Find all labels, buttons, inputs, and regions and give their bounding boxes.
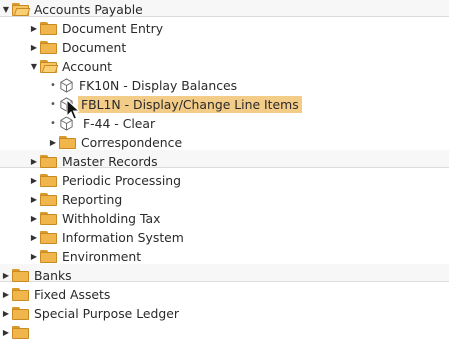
tree-node-label: Banks	[34, 268, 72, 283]
tree-node-label: Document Entry	[62, 21, 164, 36]
tree-node-label: Document	[62, 40, 127, 55]
tree-node-document[interactable]: ▶ Document	[28, 38, 127, 57]
tree-node-master-records[interactable]: ▶ Master Records	[28, 152, 159, 171]
tree-node-label: Accounts Payable	[34, 2, 143, 17]
collapsed-arrow-icon[interactable]: ▶	[28, 209, 40, 228]
tree-node-document-entry[interactable]: ▶ Document Entry	[28, 19, 164, 38]
tree-node-label: FK10N - Display Balances	[79, 78, 238, 93]
folder-icon	[40, 41, 57, 54]
tree-node-label: Information System	[62, 230, 184, 245]
tree-node-withholding-tax[interactable]: ▶ Withholding Tax	[28, 209, 161, 228]
mouse-pointer-icon	[66, 99, 80, 120]
tree-node-reporting[interactable]: ▶ Reporting	[28, 190, 123, 209]
tree-node-label: Fixed Assets	[34, 287, 111, 302]
tree-node-information-system[interactable]: ▶ Information System	[28, 228, 185, 247]
folder-open-icon	[12, 3, 31, 16]
tree-node-f44[interactable]: • F-44 - Clear	[47, 114, 156, 133]
tree-node-label: Correspondence	[81, 135, 183, 150]
tree-node-account[interactable]: ▼ Account	[28, 57, 113, 76]
collapsed-arrow-icon[interactable]: ▶	[28, 19, 40, 38]
collapsed-arrow-icon[interactable]: ▶	[0, 285, 12, 304]
collapsed-arrow-icon[interactable]: ▶	[0, 266, 12, 285]
collapsed-arrow-icon[interactable]: ▶	[28, 190, 40, 209]
tree-node-label: Reporting	[62, 192, 123, 207]
folder-icon	[40, 155, 57, 168]
collapsed-arrow-icon[interactable]: ▶	[0, 304, 12, 323]
folder-icon	[40, 22, 57, 35]
tree-node-label: Special Purpose Ledger	[34, 306, 180, 321]
tree-node-periodic-processing[interactable]: ▶ Periodic Processing	[28, 171, 182, 190]
tree-node-label: Master Records	[62, 154, 158, 169]
tree-node-fk10n[interactable]: • FK10N - Display Balances	[47, 76, 238, 95]
folder-icon	[40, 174, 57, 187]
expand-arrow-icon[interactable]: ▼	[0, 0, 12, 19]
folder-icon	[12, 288, 29, 301]
leaf-bullet-icon: •	[50, 80, 56, 91]
folder-icon	[12, 326, 29, 339]
folder-icon	[40, 231, 57, 244]
tree-node-label: Periodic Processing	[62, 173, 181, 188]
tree-node-special-purpose-ledger[interactable]: ▶ Special Purpose Ledger	[0, 304, 180, 323]
tree-node-label-selected: FBL1N - Display/Change Line Items	[78, 96, 302, 113]
folder-icon	[40, 250, 57, 263]
tree-node-label: Account	[62, 59, 113, 74]
collapsed-arrow-icon[interactable]: ▶	[0, 323, 12, 342]
tree-node-next-partial[interactable]: ▶	[0, 323, 33, 342]
expand-arrow-icon[interactable]: ▼	[28, 57, 40, 76]
tree-node-label: Environment	[62, 249, 142, 264]
leaf-bullet-icon: •	[50, 99, 56, 110]
collapsed-arrow-icon[interactable]: ▶	[28, 228, 40, 247]
folder-icon	[40, 212, 57, 225]
tree-node-accounts-payable[interactable]: ▼ Accounts Payable	[0, 0, 144, 19]
tree-node-label: Withholding Tax	[62, 211, 161, 226]
folder-icon	[12, 307, 29, 320]
folder-icon	[12, 269, 29, 282]
folder-icon	[59, 136, 76, 149]
collapsed-arrow-icon[interactable]: ▶	[28, 152, 40, 171]
tree-node-fixed-assets[interactable]: ▶ Fixed Assets	[0, 285, 111, 304]
collapsed-arrow-icon[interactable]: ▶	[28, 38, 40, 57]
collapsed-arrow-icon[interactable]: ▶	[28, 171, 40, 190]
tree-node-label: F-44 - Clear	[83, 116, 156, 131]
transaction-cube-icon	[60, 78, 73, 93]
tree-node-fbl1n[interactable]: • FBL1N - Display/Change Line Items	[47, 95, 302, 114]
leaf-bullet-icon: •	[50, 118, 56, 129]
tree-node-banks[interactable]: ▶ Banks	[0, 266, 73, 285]
folder-open-icon	[40, 60, 59, 73]
folder-icon	[40, 193, 57, 206]
